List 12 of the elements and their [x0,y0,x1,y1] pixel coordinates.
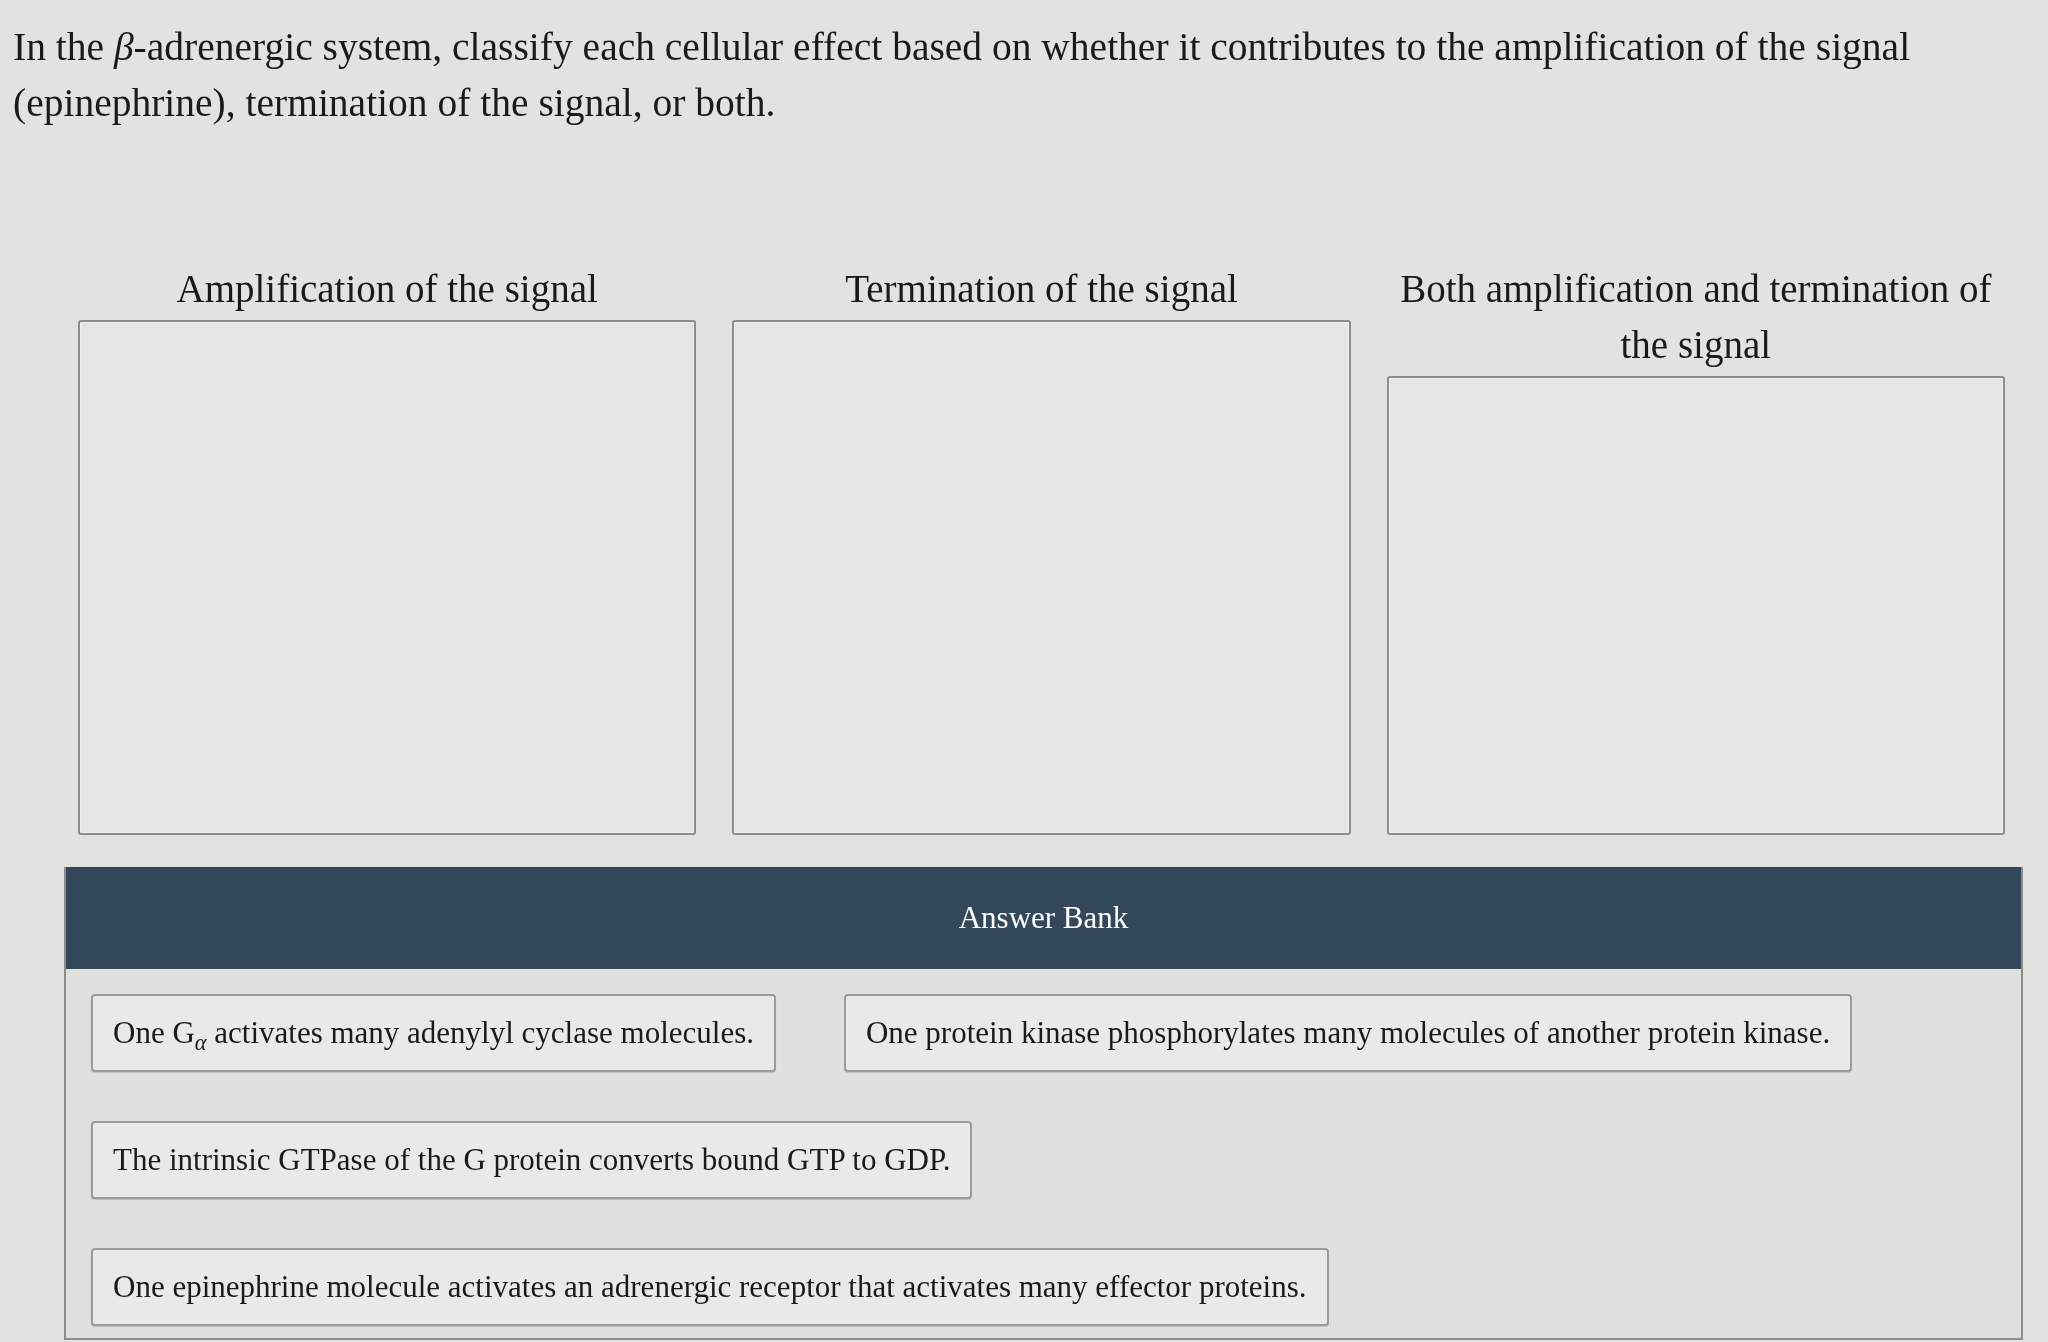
category-heading: Amplification of the signal [176,266,598,313]
drop-zone[interactable] [1386,376,2005,835]
answer-chip[interactable]: One epinephrine molecule activates an adrenergic receptor that activates many effector proteins. [91,1248,1329,1326]
answer-chip[interactable]: The intrinsic GTPase of the G protein converts bound GTP to GDP. [91,1121,973,1199]
answer-chip[interactable]: One protein kinase phosphorylates many molecules of another protein kinase. [843,994,1853,1072]
drop-zone[interactable] [732,320,1351,835]
question-text: In the β-adrenergic system, classify each cellular effect based on whether it contributes to the amplification of the signal (epinephrine), termination of the signal, or both. [13,24,1912,127]
answer-chip[interactable]: One G$_{α}$ activates many adenylyl cyclase molecules. [91,994,776,1072]
category-heading: Both amplification and termination of the signal [1399,266,1993,369]
answer-bank-title: Answer Bank [958,900,1129,936]
category-heading: Termination of the signal [845,266,1238,313]
drop-zone[interactable] [78,320,697,835]
